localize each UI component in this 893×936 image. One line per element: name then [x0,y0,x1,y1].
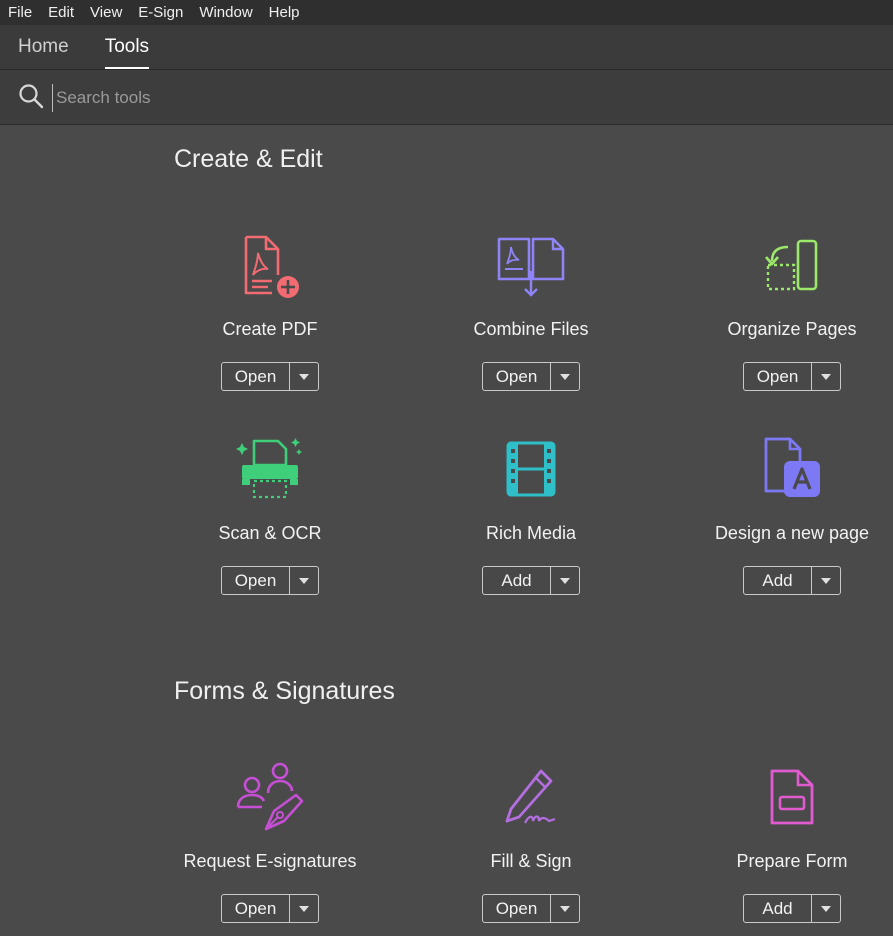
design-page-icon[interactable] [662,433,893,505]
fill-sign-split-button: Open [482,894,580,923]
tool-name-rich-media: Rich Media [485,523,577,543]
search-bar [0,70,893,125]
menu-file[interactable]: File [0,0,40,25]
chevron-down-icon [560,373,570,380]
tool-name-scan-ocr: Scan & OCR [218,523,322,543]
chevron-down-icon [299,373,309,380]
fill-sign-open-button[interactable]: Open [483,895,551,922]
chevron-down-icon [821,373,831,380]
section-title-create-edit: Create & Edit [174,145,323,173]
prepare-form-icon[interactable] [662,761,893,833]
rich-media-add-button[interactable]: Add [483,567,551,594]
tool-card-create-pdf: Create PDF Open [140,229,400,391]
tool-card-fill-sign: Fill & Sign Open [401,761,661,923]
create-pdf-icon[interactable] [140,229,400,301]
chevron-down-icon [299,577,309,584]
design-page-add-button[interactable]: Add [744,567,812,594]
prepare-form-add-button[interactable]: Add [744,895,812,922]
create-pdf-open-button[interactable]: Open [222,363,290,390]
scan-ocr-dropdown[interactable] [290,567,318,594]
tab-tools[interactable]: Tools [104,36,150,69]
request-esignatures-dropdown[interactable] [290,895,318,922]
combine-files-icon[interactable] [401,229,661,301]
fill-sign-icon[interactable] [401,761,661,833]
chevron-down-icon [560,577,570,584]
request-esignatures-icon[interactable] [140,761,400,833]
scan-ocr-icon[interactable] [140,433,400,505]
organize-pages-icon[interactable] [662,229,893,301]
tool-card-rich-media: Rich Media Add [401,433,661,595]
rich-media-icon[interactable] [401,433,661,505]
create-pdf-split-button: Open [221,362,319,391]
design-page-dropdown[interactable] [812,567,840,594]
tool-card-combine-files: Combine Files Open [401,229,661,391]
create-pdf-dropdown[interactable] [290,363,318,390]
tool-card-request-esignatures: Request E-signatures Open [140,761,400,923]
section-title-forms-signatures: Forms & Signatures [174,677,395,705]
design-page-split-button: Add [743,566,841,595]
rich-media-split-button: Add [482,566,580,595]
chevron-down-icon [299,905,309,912]
tool-name-request-esignatures: Request E-signatures [183,851,357,871]
scan-ocr-open-button[interactable]: Open [222,567,290,594]
menu-bar: File Edit View E-Sign Window Help [0,0,893,25]
prepare-form-split-button: Add [743,894,841,923]
chevron-down-icon [560,905,570,912]
tool-card-scan-ocr: Scan & OCR Open [140,433,400,595]
menu-view[interactable]: View [82,0,130,25]
request-esignatures-open-button[interactable]: Open [222,895,290,922]
tool-name-organize-pages: Organize Pages [727,319,857,339]
combine-files-dropdown[interactable] [551,363,579,390]
rich-media-dropdown[interactable] [551,567,579,594]
tool-card-design-page: Design a new page Add [662,433,893,595]
organize-pages-dropdown[interactable] [812,363,840,390]
organize-pages-open-button[interactable]: Open [744,363,812,390]
combine-files-open-button[interactable]: Open [483,363,551,390]
menu-edit[interactable]: Edit [40,0,82,25]
tool-name-create-pdf: Create PDF [222,319,318,339]
search-icon[interactable] [18,83,44,114]
tool-name-fill-sign: Fill & Sign [490,851,572,871]
menu-window[interactable]: Window [191,0,260,25]
tab-bar: Home Tools [0,25,893,70]
tab-home[interactable]: Home [18,36,69,69]
menu-help[interactable]: Help [261,0,308,25]
request-esignatures-split-button: Open [221,894,319,923]
fill-sign-dropdown[interactable] [551,895,579,922]
scan-ocr-split-button: Open [221,566,319,595]
search-input[interactable] [52,84,458,112]
tool-name-prepare-form: Prepare Form [736,851,848,871]
menu-esign[interactable]: E-Sign [130,0,191,25]
tool-name-design-page: Design a new page [714,523,870,543]
chevron-down-icon [821,577,831,584]
tool-name-combine-files: Combine Files [473,319,589,339]
tool-card-prepare-form: Prepare Form Add [662,761,893,923]
combine-files-split-button: Open [482,362,580,391]
prepare-form-dropdown[interactable] [812,895,840,922]
tool-card-organize-pages: Organize Pages Open [662,229,893,391]
chevron-down-icon [821,905,831,912]
organize-pages-split-button: Open [743,362,841,391]
